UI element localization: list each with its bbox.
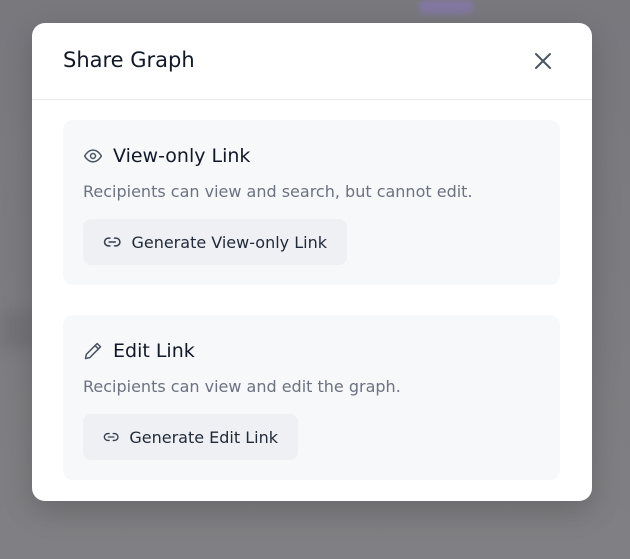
close-icon bbox=[535, 53, 551, 69]
generate-view-only-link-label: Generate View-only Link bbox=[131, 232, 327, 252]
share-graph-dialog: Share Graph View-only Link Recipients ca… bbox=[32, 23, 592, 501]
generate-view-only-link-button[interactable]: Generate View-only Link bbox=[83, 219, 347, 265]
eye-icon bbox=[83, 149, 103, 163]
dialog-header: Share Graph bbox=[32, 23, 592, 100]
link-icon bbox=[103, 432, 119, 442]
generate-edit-link-label: Generate Edit Link bbox=[129, 427, 278, 447]
link-icon bbox=[103, 237, 121, 247]
view-only-link-heading: View-only Link bbox=[83, 144, 250, 168]
edit-link-heading: Edit Link bbox=[83, 339, 195, 363]
generate-edit-link-button[interactable]: Generate Edit Link bbox=[83, 414, 298, 460]
background-accent-shape bbox=[418, 0, 474, 14]
pencil-icon bbox=[84, 342, 102, 360]
edit-link-description: Recipients can view and edit the graph. bbox=[83, 377, 401, 396]
dialog-title: Share Graph bbox=[63, 48, 195, 72]
edit-link-title: Edit Link bbox=[113, 340, 195, 362]
view-only-link-title: View-only Link bbox=[113, 145, 251, 167]
view-only-link-description: Recipients can view and search, but cann… bbox=[83, 182, 473, 201]
edit-link-section: Edit Link Recipients can view and edit t… bbox=[63, 315, 560, 480]
close-button[interactable] bbox=[531, 49, 555, 73]
view-only-link-section: View-only Link Recipients can view and s… bbox=[63, 120, 560, 285]
